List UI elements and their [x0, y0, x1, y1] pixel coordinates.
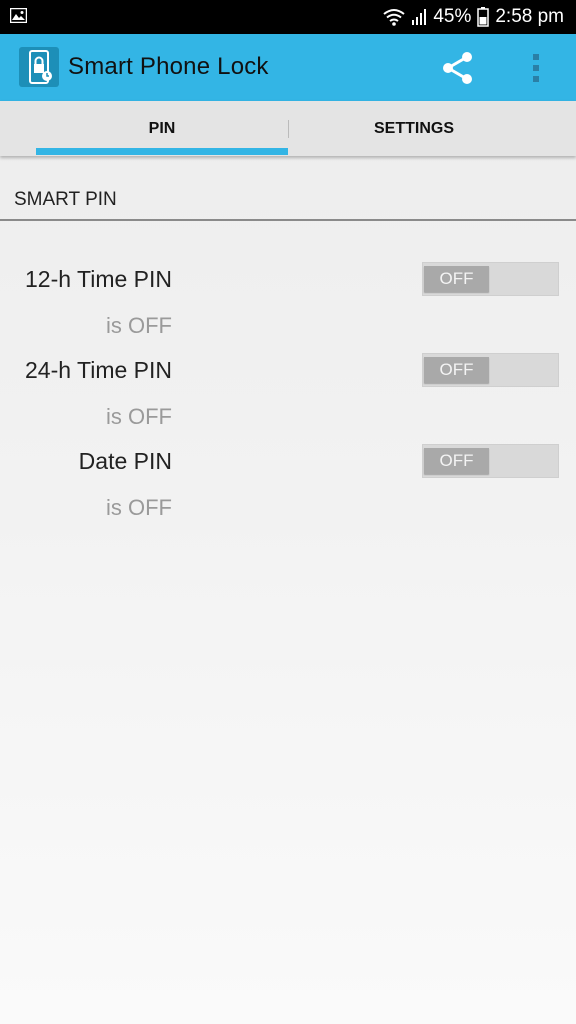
- signal-icon: [412, 9, 427, 25]
- gallery-icon: [10, 8, 27, 23]
- share-button[interactable]: [440, 51, 476, 85]
- status-bar: 45% 2:58 pm: [0, 0, 576, 34]
- pin-24h-summary: is OFF: [106, 404, 172, 429]
- tab-divider: [288, 120, 289, 138]
- pin-date-summary: is OFF: [106, 495, 172, 520]
- section-divider: [0, 219, 576, 221]
- app-bar: Smart Phone Lock: [0, 34, 576, 101]
- toggle-thumb: OFF: [424, 448, 489, 474]
- more-options-icon: [533, 54, 539, 82]
- share-icon: [443, 52, 472, 84]
- tab-selected-indicator: [36, 148, 288, 155]
- pin-date-toggle[interactable]: OFF: [422, 444, 559, 478]
- pin-date-label: Date PIN: [78, 448, 172, 474]
- wifi-icon: [383, 9, 405, 26]
- pin-12h-label: 12-h Time PIN: [25, 266, 172, 292]
- status-time: 2:58 pm: [495, 6, 564, 27]
- tab-pin-label: PIN: [148, 119, 176, 137]
- battery-icon: [477, 7, 490, 27]
- more-options-button[interactable]: [526, 50, 546, 86]
- pin-24h-label: 24-h Time PIN: [25, 357, 172, 383]
- battery-percent: 45%: [433, 6, 472, 27]
- pin-12h-toggle[interactable]: OFF: [422, 262, 559, 296]
- app-lock-icon: [19, 47, 59, 87]
- section-header: SMART PIN: [14, 189, 117, 210]
- toggle-thumb: OFF: [424, 266, 489, 292]
- pin-24h-toggle[interactable]: OFF: [422, 353, 559, 387]
- toggle-thumb: OFF: [424, 357, 489, 383]
- tab-settings[interactable]: SETTINGS: [288, 101, 540, 156]
- pin-12h-summary: is OFF: [106, 313, 172, 338]
- tab-settings-label: SETTINGS: [373, 119, 454, 137]
- app-title: Smart Phone Lock: [68, 53, 269, 80]
